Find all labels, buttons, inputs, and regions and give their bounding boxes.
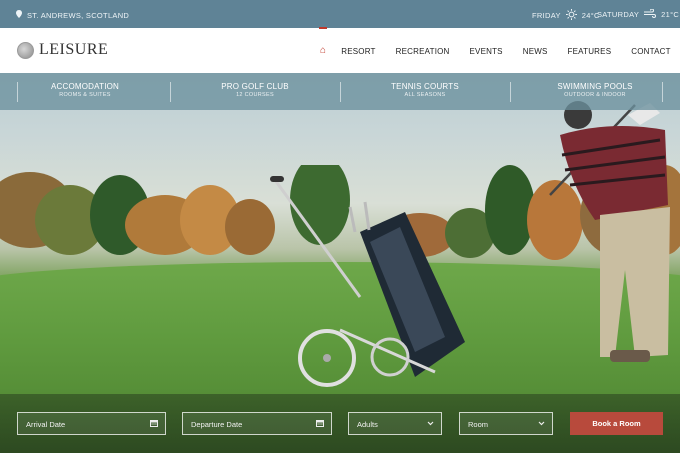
location-text: ST. ANDREWS, SCOTLAND xyxy=(27,10,130,20)
site-header: LEISURE ⌂ RESORT RECREATION EVENTS NEWS … xyxy=(0,27,680,73)
map-pin-icon xyxy=(16,10,22,20)
feature-subtitle: ALL SEASONS xyxy=(404,92,446,98)
weather-temp: 21°C xyxy=(661,10,680,19)
location-info: ST. ANDREWS, SCOTLAND xyxy=(16,10,129,20)
arrival-date-placeholder: Arrival Date xyxy=(26,420,66,429)
chevron-down-icon xyxy=(427,419,434,428)
adults-select[interactable]: Adults xyxy=(348,412,442,435)
nav-item-resort[interactable]: RESORT xyxy=(341,47,375,56)
feature-subtitle: OUTDOOR & INDOOR xyxy=(564,92,626,98)
weather-day: SATURDAY xyxy=(597,10,640,19)
logo-icon xyxy=(17,41,34,59)
feature-title: SWIMMING POOLS xyxy=(557,82,633,91)
weather-friday: FRIDAY 24°C xyxy=(532,9,600,22)
feature-subtitle: ROOMS & SUITES xyxy=(59,92,111,98)
room-select[interactable]: Room xyxy=(459,412,553,435)
nav-item-recreation[interactable]: RECREATION xyxy=(396,47,450,56)
feature-title: PRO GOLF CLUB xyxy=(221,82,289,91)
nav-item-news[interactable]: NEWS xyxy=(523,47,548,56)
calendar-icon[interactable] xyxy=(316,419,324,429)
feature-tennis-courts[interactable]: TENNIS COURTS ALL SEASONS xyxy=(340,73,510,110)
nav-item-features[interactable]: FEATURES xyxy=(568,47,612,56)
wind-icon xyxy=(644,8,657,20)
feature-title: ACCOMODATION xyxy=(50,82,120,91)
golf-bag-trolley-illustration xyxy=(270,176,465,387)
nav-item-contact[interactable]: CONTACT xyxy=(631,47,670,56)
top-info-bar: ST. ANDREWS, SCOTLAND FRIDAY 24°C SATURD… xyxy=(0,0,680,28)
brand-name: LEISURE xyxy=(39,41,109,58)
room-label: Room xyxy=(468,420,489,429)
book-a-room-button[interactable]: Book a Room xyxy=(570,412,663,435)
home-icon[interactable]: ⌂ xyxy=(318,27,328,56)
calendar-icon[interactable] xyxy=(150,419,158,429)
feature-subtitle: 12 COURSES xyxy=(236,92,274,98)
feature-accomodation[interactable]: ACCOMODATION ROOMS & SUITES xyxy=(0,73,170,110)
departure-date-placeholder: Departure Date xyxy=(191,420,243,429)
weather-day: FRIDAY xyxy=(532,11,561,20)
adults-label: Adults xyxy=(357,420,378,429)
site-logo[interactable]: LEISURE xyxy=(17,41,108,59)
main-nav: ⌂ RESORT RECREATION EVENTS NEWS FEATURES… xyxy=(318,27,680,57)
departure-date-field[interactable]: Departure Date xyxy=(182,412,332,435)
golfer-illustration xyxy=(549,101,670,362)
arrival-date-field[interactable]: Arrival Date xyxy=(17,412,166,435)
weather-saturday: SATURDAY 21°C xyxy=(597,8,680,20)
chevron-down-icon xyxy=(538,419,545,428)
feature-pro-golf-club[interactable]: PRO GOLF CLUB 12 COURSES xyxy=(170,73,340,110)
booking-bar: Arrival Date Departure Date Adults Room … xyxy=(0,394,680,453)
feature-swimming-pools[interactable]: SWIMMING POOLS OUTDOOR & INDOOR xyxy=(510,73,680,110)
features-strip: ACCOMODATION ROOMS & SUITES PRO GOLF CLU… xyxy=(0,73,680,110)
nav-item-events[interactable]: EVENTS xyxy=(470,47,503,56)
sun-icon xyxy=(565,9,577,22)
feature-title: TENNIS COURTS xyxy=(391,82,459,91)
